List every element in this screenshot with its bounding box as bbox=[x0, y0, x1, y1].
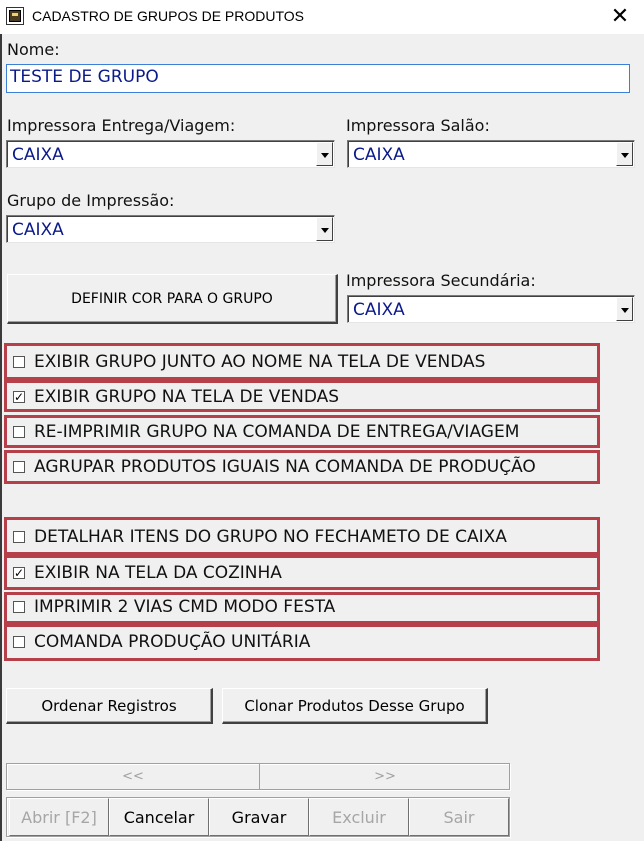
previous-record-button[interactable]: << bbox=[7, 764, 260, 789]
check-icon[interactable]: ✓ bbox=[13, 567, 25, 579]
checkbox-label: EXIBIR GRUPO JUNTO AO NOME NA TELA DE VE… bbox=[34, 352, 486, 372]
grupo-impressao-value: CAIXA bbox=[12, 220, 64, 240]
checkbox-reimprimir-grupo[interactable]: RE-IMPRIMIR GRUPO NA COMANDA DE ENTREGA/… bbox=[13, 422, 519, 442]
checkbox-exibir-grupo-tela-vendas[interactable]: ✓ EXIBIR GRUPO NA TELA DE VENDAS bbox=[13, 387, 339, 407]
checkbox-box[interactable] bbox=[13, 636, 25, 648]
impressora-salao-value: CAIXA bbox=[353, 145, 405, 165]
checkbox-exibir-grupo-junto-nome[interactable]: EXIBIR GRUPO JUNTO AO NOME NA TELA DE VE… bbox=[13, 352, 485, 372]
impressora-entrega-label: Impressora Entrega/Viagem: bbox=[7, 116, 236, 135]
checkbox-label: EXIBIR NA TELA DA COZINHA bbox=[34, 563, 282, 583]
checkbox-exibir-tela-cozinha[interactable]: ✓ EXIBIR NA TELA DA COZINHA bbox=[13, 563, 282, 583]
window-edge bbox=[0, 34, 2, 841]
checkbox-box[interactable] bbox=[13, 426, 25, 438]
excluir-button-label: Excluir bbox=[332, 807, 386, 827]
ordenar-registros-button[interactable]: Ordenar Registros bbox=[6, 688, 213, 724]
gravar-button-label: Gravar bbox=[231, 807, 287, 827]
checkbox-label: EXIBIR GRUPO NA TELA DE VENDAS bbox=[34, 387, 340, 407]
excluir-button[interactable]: Excluir bbox=[309, 798, 409, 836]
abrir-button-label: Abrir [F2] bbox=[21, 807, 97, 827]
nome-input[interactable]: TESTE DE GRUPO bbox=[6, 64, 630, 93]
checkbox-label: IMPRIMIR 2 VIAS CMD MODO FESTA bbox=[34, 597, 336, 617]
chevron-down-icon[interactable] bbox=[616, 142, 633, 166]
cancelar-button-label: Cancelar bbox=[123, 807, 195, 827]
check-icon[interactable]: ✓ bbox=[13, 391, 25, 403]
impressora-salao-label: Impressora Salão: bbox=[346, 116, 490, 135]
close-icon[interactable]: ✕ bbox=[600, 2, 640, 32]
window-title: CADASTRO DE GRUPOS DE PRODUTOS bbox=[32, 8, 305, 24]
checkbox-box[interactable] bbox=[13, 461, 25, 473]
impressora-salao-select[interactable]: CAIXA bbox=[347, 140, 635, 168]
checkbox-label: RE-IMPRIMIR GRUPO NA COMANDA DE ENTREGA/… bbox=[34, 422, 520, 442]
definir-cor-button[interactable]: DEFINIR COR PARA O GRUPO bbox=[7, 274, 338, 324]
checkbox-agrupar-produtos[interactable]: AGRUPAR PRODUTOS IGUAIS NA COMANDA DE PR… bbox=[13, 457, 536, 477]
cancelar-button[interactable]: Cancelar bbox=[109, 798, 209, 836]
chevron-down-icon[interactable] bbox=[616, 297, 633, 321]
checkbox-label: DETALHAR ITENS DO GRUPO NO FECHAMETO DE … bbox=[34, 527, 507, 547]
chevron-down-icon[interactable] bbox=[316, 217, 333, 241]
nome-label: Nome: bbox=[7, 40, 60, 59]
nome-input-value: TESTE DE GRUPO bbox=[10, 67, 159, 87]
impressora-secundaria-select[interactable]: CAIXA bbox=[347, 295, 635, 323]
checkbox-label: COMANDA PRODUÇÃO UNITÁRIA bbox=[34, 632, 311, 652]
checkbox-comanda-producao-unitaria[interactable]: COMANDA PRODUÇÃO UNITÁRIA bbox=[13, 632, 310, 652]
checkbox-detalhar-itens[interactable]: DETALHAR ITENS DO GRUPO NO FECHAMETO DE … bbox=[13, 527, 507, 547]
sair-button[interactable]: Sair bbox=[409, 798, 509, 836]
grupo-impressao-label: Grupo de Impressão: bbox=[7, 191, 175, 210]
chevron-down-icon[interactable] bbox=[316, 142, 333, 166]
next-record-button[interactable]: >> bbox=[259, 764, 511, 789]
grupo-impressao-select[interactable]: CAIXA bbox=[6, 215, 335, 243]
impressora-secundaria-label: Impressora Secundária: bbox=[346, 271, 536, 290]
checkbox-label: AGRUPAR PRODUTOS IGUAIS NA COMANDA DE PR… bbox=[34, 457, 536, 477]
gravar-button[interactable]: Gravar bbox=[209, 798, 309, 836]
sair-button-label: Sair bbox=[443, 807, 475, 827]
impressora-secundaria-value: CAIXA bbox=[353, 300, 405, 320]
record-navigator: << >> bbox=[6, 763, 510, 790]
checkbox-box[interactable] bbox=[13, 601, 25, 613]
checkbox-box[interactable] bbox=[13, 356, 25, 368]
impressora-entrega-value: CAIXA bbox=[12, 145, 64, 165]
impressora-entrega-select[interactable]: CAIXA bbox=[6, 140, 335, 168]
checkbox-imprimir-2-vias[interactable]: IMPRIMIR 2 VIAS CMD MODO FESTA bbox=[13, 597, 335, 617]
clonar-produtos-button[interactable]: Clonar Produtos Desse Grupo bbox=[222, 688, 488, 724]
checkbox-box[interactable] bbox=[13, 531, 25, 543]
abrir-button[interactable]: Abrir [F2] bbox=[9, 798, 109, 836]
app-icon bbox=[6, 7, 24, 25]
bottom-toolbar: Abrir [F2] Cancelar Gravar Excluir Sair bbox=[6, 797, 510, 837]
